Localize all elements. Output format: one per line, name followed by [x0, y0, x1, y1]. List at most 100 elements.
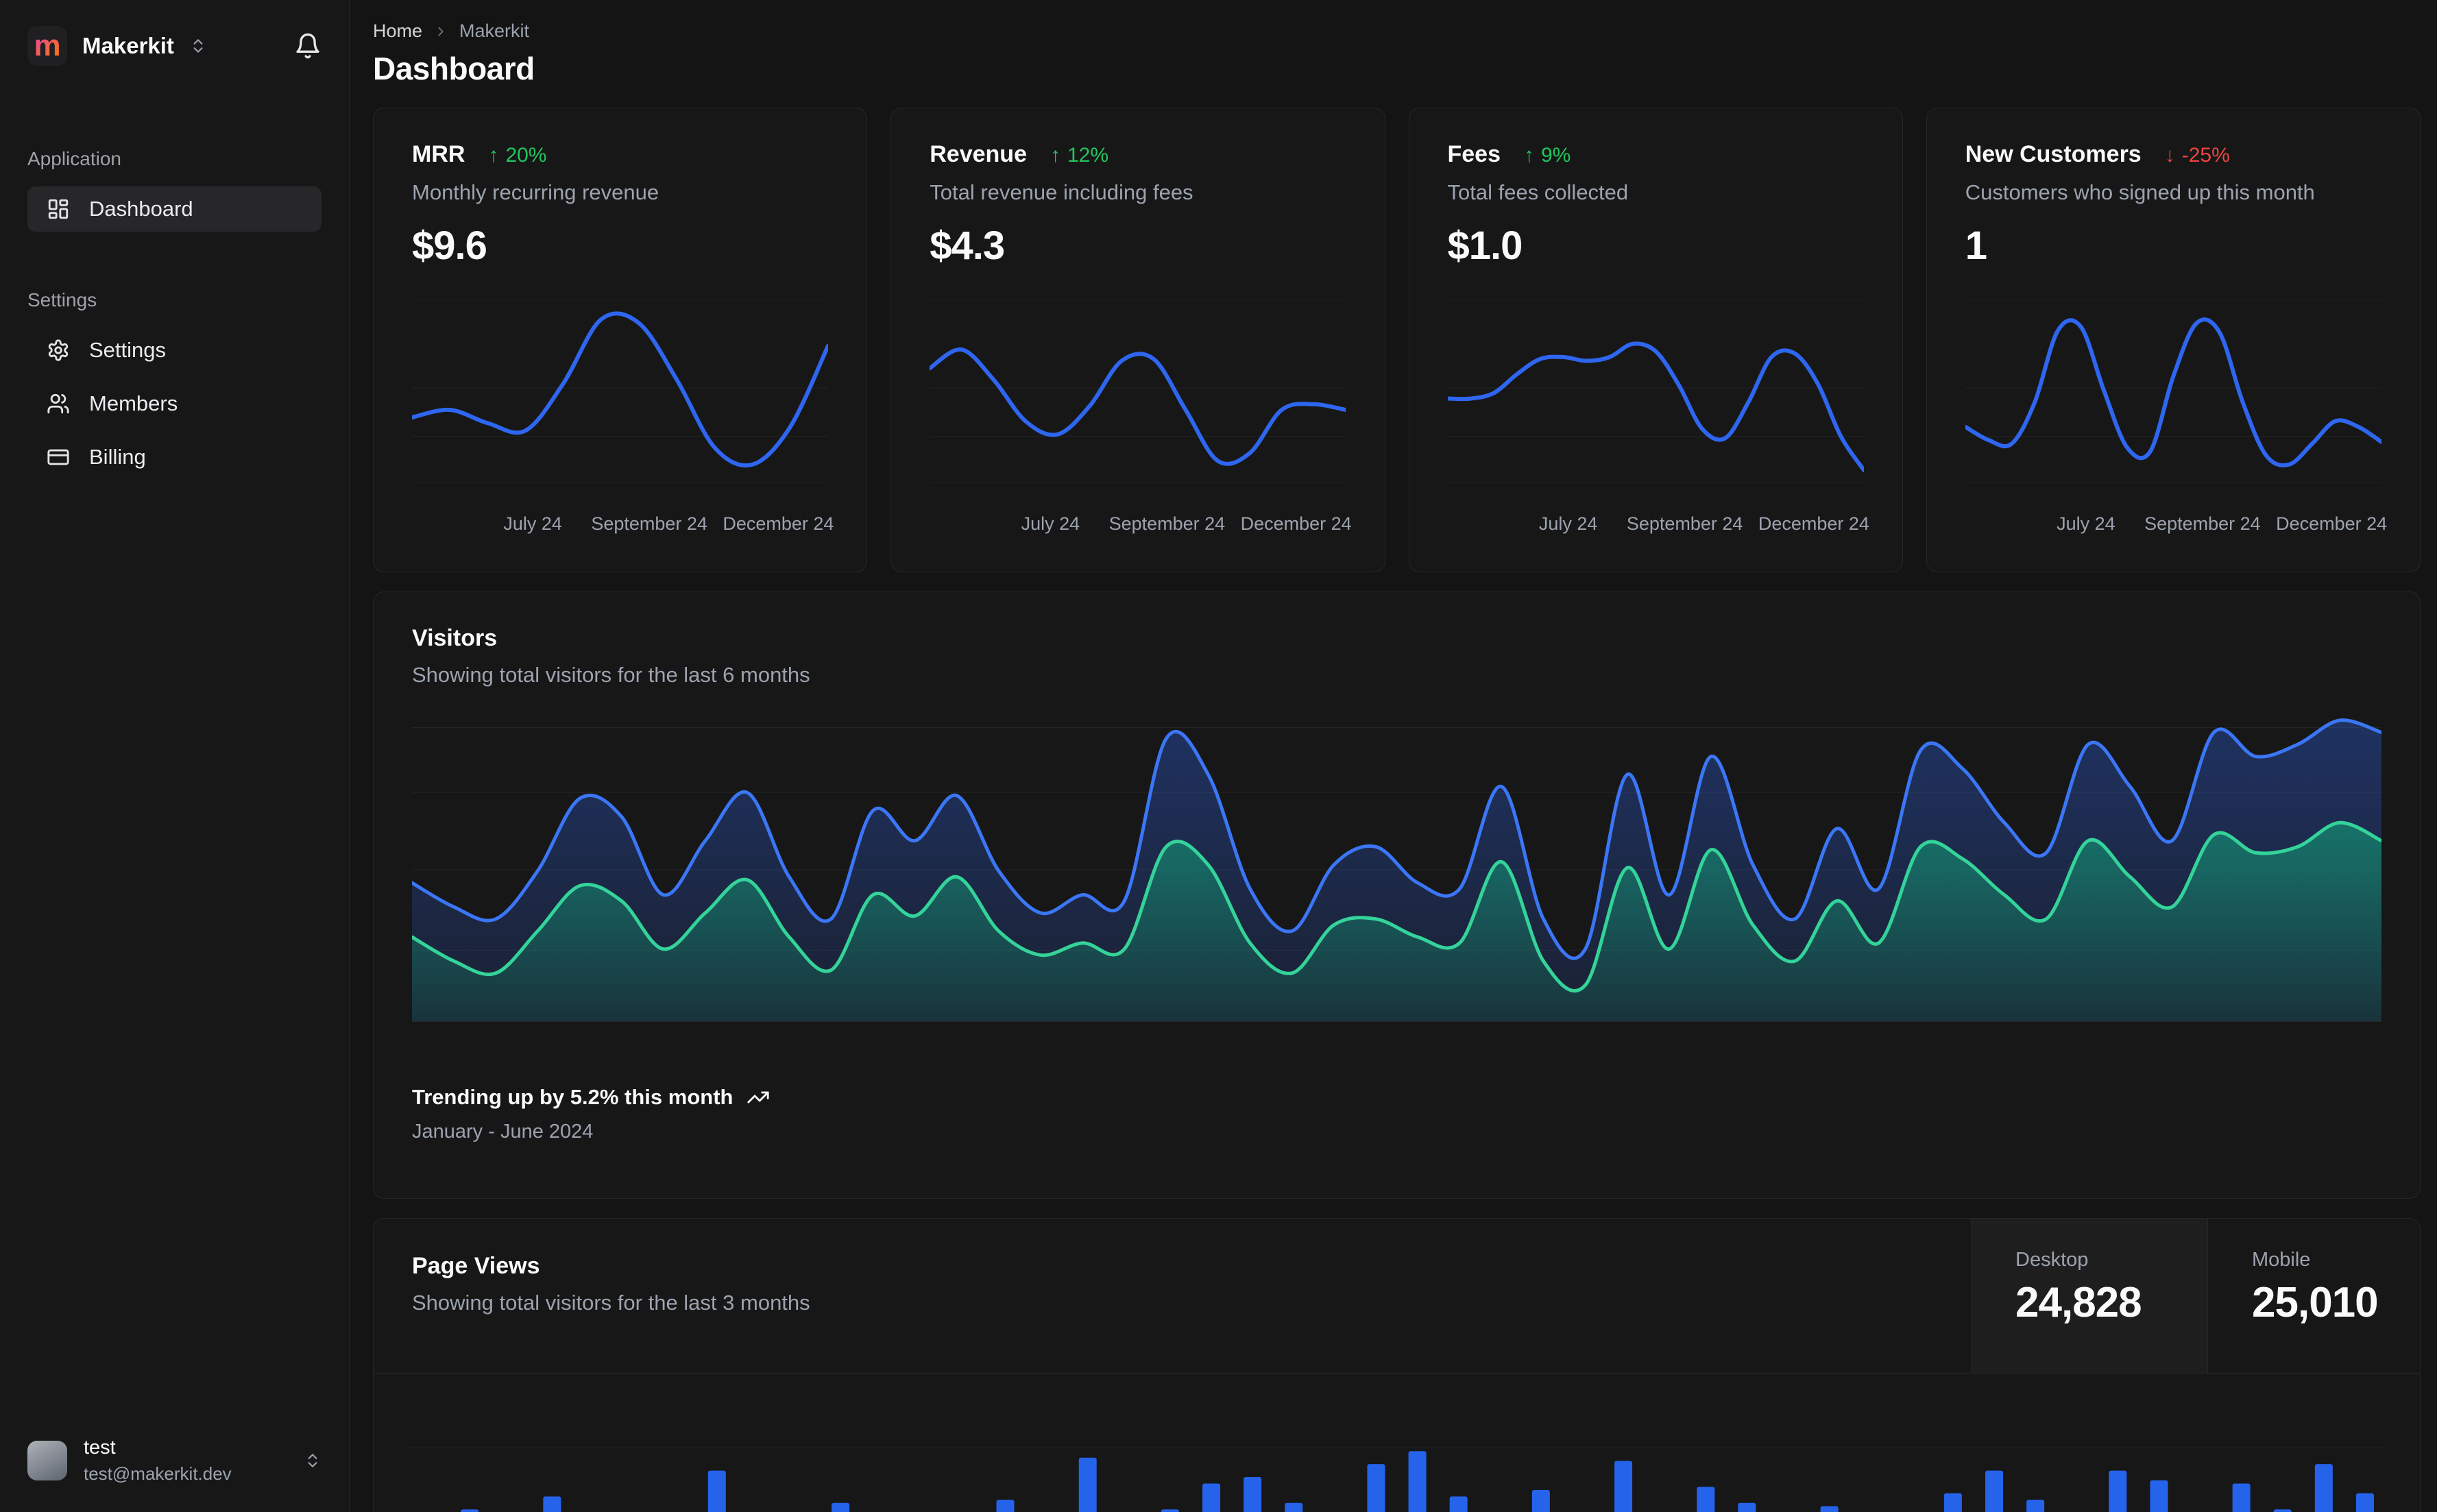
trend-up-arrow-icon: ↑ [1524, 144, 1534, 167]
breadcrumb: Home Makerkit [373, 21, 2421, 42]
x-tick: July 24 [2057, 513, 2115, 534]
mrr-sparkline-chart [412, 293, 828, 504]
revenue-sparkline-chart [930, 293, 1346, 504]
sidebar-nav-application: Dashboard [27, 186, 322, 232]
trend-value: 12% [1067, 144, 1109, 167]
x-tick: September 24 [1626, 513, 1743, 534]
trend-badge: ↑ 12% [1050, 144, 1108, 167]
users-icon [47, 392, 70, 415]
page-views-bar-chart [408, 1374, 2386, 1512]
credit-card-icon [47, 446, 70, 469]
x-tick: July 24 [1538, 513, 1598, 534]
bell-icon[interactable] [294, 32, 322, 60]
sidebar: m Makerkit Application Dashboard Setting… [0, 0, 350, 1512]
page-views-title: Page Views [412, 1253, 540, 1279]
trend-value: -25% [2181, 144, 2230, 167]
sidebar-item-settings[interactable]: Settings [27, 328, 322, 373]
sidebar-item-label: Dashboard [89, 197, 193, 221]
fees-sparkline-chart [1447, 293, 1864, 504]
x-tick: December 24 [723, 513, 834, 534]
toggle-label: Mobile [2252, 1249, 2311, 1271]
visitors-area-chart [412, 712, 2381, 1022]
breadcrumb-home[interactable]: Home [373, 21, 422, 42]
layout-dashboard-icon [47, 197, 70, 221]
trend-badge: ↑ 20% [488, 144, 546, 167]
app-root: m Makerkit Application Dashboard Setting… [0, 0, 2437, 1512]
visitors-footer: Trending up by 5.2% this month January -… [412, 1085, 2381, 1143]
x-tick: September 24 [2144, 513, 2261, 534]
x-axis-labels: July 24 September 24 December 24 [1965, 509, 2387, 539]
x-tick: December 24 [1758, 513, 1869, 534]
workspace-selector[interactable]: Makerkit [82, 33, 174, 59]
page-views-card: Page Views Showing total visitors for th… [373, 1218, 2421, 1512]
stat-value: $9.6 [412, 223, 487, 268]
user-menu[interactable]: test test@makerkit.dev [27, 1437, 322, 1485]
sidebar-item-members[interactable]: Members [27, 381, 322, 426]
chevrons-up-down-icon [304, 1452, 322, 1470]
sidebar-item-billing[interactable]: Billing [27, 435, 322, 480]
toggle-desktop[interactable]: Desktop 24,828 [1971, 1219, 2207, 1373]
stat-description: Monthly recurring revenue [412, 180, 659, 204]
avatar [27, 1441, 67, 1480]
breadcrumb-current: Makerkit [459, 21, 530, 41]
sidebar-item-label: Members [89, 391, 178, 415]
x-axis-labels: July 24 September 24 December 24 [412, 509, 834, 539]
trend-badge: ↓ -25% [2165, 144, 2230, 167]
user-meta: test test@makerkit.dev [84, 1437, 232, 1485]
toggle-mobile[interactable]: Mobile 25,010 [2207, 1219, 2420, 1373]
page-views-toggles: Desktop 24,828 Mobile 25,010 [1971, 1219, 2420, 1373]
trend-down-arrow-icon: ↓ [2164, 144, 2175, 167]
trend-up-arrow-icon: ↑ [1050, 144, 1060, 167]
x-tick: September 24 [1108, 513, 1226, 534]
stat-card-revenue: Revenue ↑ 12% Total revenue including fe… [890, 108, 1385, 572]
x-tick: September 24 [591, 513, 707, 534]
toggle-value: 24,828 [2015, 1279, 2142, 1326]
trend-badge: ↑ 9% [1524, 144, 1571, 167]
sidebar-item-dashboard[interactable]: Dashboard [27, 186, 322, 232]
trend-value: 20% [505, 144, 547, 167]
makerkit-logo: m [27, 26, 67, 66]
x-tick: July 24 [503, 513, 562, 534]
stat-title: Revenue [930, 141, 1027, 167]
visitors-trend-text: Trending up by 5.2% this month [412, 1085, 733, 1109]
page-title: Dashboard [373, 51, 535, 86]
x-axis-labels: July 24 September 24 December 24 [1448, 509, 1869, 539]
x-tick: December 24 [2276, 513, 2388, 534]
stat-card-mrr: MRR ↑ 20% Monthly recurring revenue $9.6… [373, 108, 868, 572]
toggle-value: 25,010 [2252, 1279, 2379, 1326]
trending-up-icon [747, 1086, 770, 1109]
x-axis-labels: July 24 September 24 December 24 [930, 509, 1352, 539]
gear-icon [47, 339, 70, 362]
x-tick: July 24 [1021, 513, 1080, 534]
visitors-date-range: January - June 2024 [412, 1121, 594, 1143]
visitors-subtitle: Showing total visitors for the last 6 mo… [412, 663, 810, 687]
main-content: Home Makerkit Dashboard MRR ↑ 20% Monthl… [350, 0, 2437, 1512]
trend-up-arrow-icon: ↑ [488, 144, 499, 167]
x-tick: December 24 [1240, 513, 1352, 534]
sidebar-section-application: Application [27, 148, 121, 169]
chevrons-up-down-icon[interactable] [189, 37, 207, 55]
stat-value: $4.3 [930, 223, 1005, 268]
user-email: test@makerkit.dev [84, 1463, 232, 1484]
sidebar-item-label: Settings [89, 338, 167, 362]
stat-value: $1.0 [1447, 223, 1523, 268]
sidebar-item-label: Billing [89, 445, 146, 469]
chevron-right-icon [433, 24, 448, 39]
stat-card-new-customers: New Customers ↓ -25% Customers who signe… [1926, 108, 2421, 572]
new-customers-sparkline-chart [1965, 293, 2381, 504]
trend-value: 9% [1541, 144, 1571, 167]
user-name: test [84, 1437, 116, 1459]
stat-value: 1 [1965, 223, 1987, 268]
stat-description: Total fees collected [1447, 180, 1629, 204]
sidebar-header: m Makerkit [27, 26, 322, 66]
visitors-card: Visitors Showing total visitors for the … [373, 592, 2421, 1199]
stat-description: Customers who signed up this month [1965, 180, 2315, 204]
stat-title: New Customers [1965, 141, 2142, 167]
toggle-label: Desktop [2015, 1249, 2089, 1271]
page-views-header: Page Views Showing total visitors for th… [374, 1219, 2420, 1374]
sidebar-nav-settings: Settings Members Billing [27, 328, 322, 480]
stat-card-fees: Fees ↑ 9% Total fees collected $1.0 July… [1408, 108, 1903, 572]
stat-title: MRR [412, 141, 465, 167]
page-views-subtitle: Showing total visitors for the last 3 mo… [412, 1291, 810, 1315]
visitors-title: Visitors [412, 625, 498, 651]
